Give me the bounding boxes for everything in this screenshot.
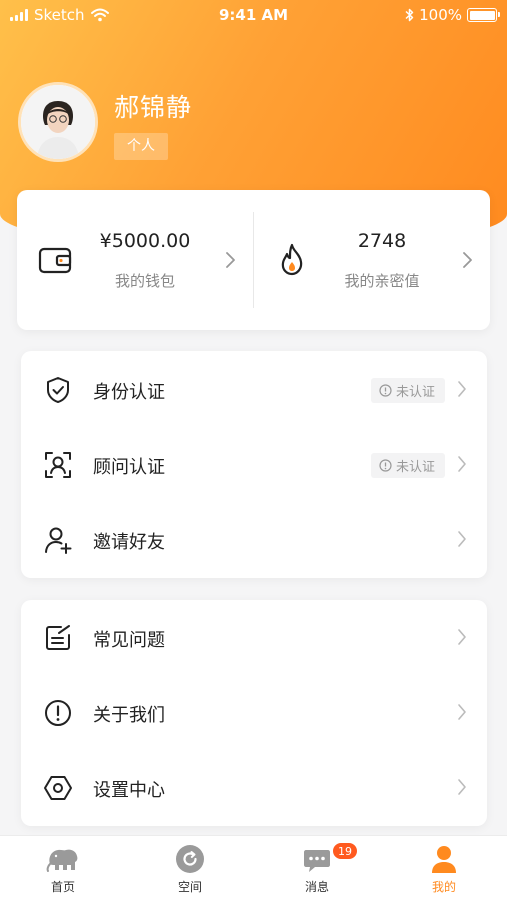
edit-note-icon bbox=[46, 625, 70, 650]
face-scan-icon bbox=[45, 452, 71, 478]
chevron-right-icon bbox=[458, 531, 466, 547]
intimacy-label: 我的亲密值 bbox=[344, 272, 420, 290]
badge-text: 未认证 bbox=[395, 385, 435, 400]
flame-icon bbox=[281, 243, 303, 276]
user-avatar-icon bbox=[21, 85, 95, 159]
person-icon bbox=[432, 846, 456, 873]
unverified-badge: 未认证 bbox=[370, 453, 445, 478]
account-type-tag: 个人 bbox=[114, 133, 168, 160]
wallet-balance-value: ¥5000.00 bbox=[99, 230, 191, 252]
menu-item-label: 身份认证 bbox=[93, 382, 165, 403]
wallet-card: ¥5000.00 我的钱包 2748 我的亲密值 bbox=[17, 190, 490, 330]
tab-label: 我的 bbox=[431, 880, 456, 894]
refresh-circle-icon bbox=[176, 845, 204, 873]
chevron-right-icon bbox=[458, 456, 466, 472]
chevron-right-icon bbox=[458, 704, 466, 720]
user-name: 郝锦静 bbox=[114, 93, 193, 122]
status-right: 100% bbox=[405, 6, 500, 24]
unread-count-badge: 19 bbox=[332, 842, 358, 860]
tab-label: 消息 bbox=[304, 880, 329, 894]
wallet-balance-section[interactable]: ¥5000.00 我的钱包 bbox=[17, 190, 253, 330]
menu-item-label: 设置中心 bbox=[93, 780, 165, 801]
elephant-icon bbox=[46, 849, 78, 872]
chevron-right-icon bbox=[463, 252, 472, 268]
hexagon-settings-icon bbox=[44, 776, 72, 800]
tab-profile[interactable]: 我的 bbox=[381, 836, 507, 900]
menu-item-label: 关于我们 bbox=[93, 705, 165, 726]
menu-item-invite-friends[interactable]: 邀请好友 bbox=[21, 502, 487, 577]
battery-percent: 100% bbox=[419, 6, 462, 24]
bottom-tab-bar: 首页 空间 19 消息 我的 bbox=[0, 835, 507, 900]
chevron-right-icon bbox=[226, 252, 235, 268]
shield-icon bbox=[47, 377, 69, 403]
tab-space[interactable]: 空间 bbox=[127, 836, 253, 900]
bluetooth-icon bbox=[405, 8, 414, 22]
intimacy-value: 2748 bbox=[357, 230, 407, 252]
verification-menu-card: 身份认证 未认证 顾问认证 未认证 邀请好友 bbox=[21, 351, 487, 578]
avatar[interactable] bbox=[18, 82, 98, 162]
add-user-icon bbox=[45, 527, 72, 554]
chevron-right-icon bbox=[458, 629, 466, 645]
wallet-icon bbox=[38, 247, 72, 274]
info-icon bbox=[379, 384, 392, 397]
menu-item-faq[interactable]: 常见问题 bbox=[21, 600, 487, 675]
chevron-right-icon bbox=[458, 779, 466, 795]
status-bar: Sketch 9:41 AM 100% bbox=[0, 0, 507, 32]
info-circle-icon bbox=[45, 700, 71, 726]
menu-item-label: 常见问题 bbox=[93, 630, 165, 651]
menu-item-settings[interactable]: 设置中心 bbox=[21, 750, 487, 825]
menu-item-consultant-verification[interactable]: 顾问认证 未认证 bbox=[21, 427, 487, 502]
help-menu-card: 常见问题 关于我们 设置中心 bbox=[21, 600, 487, 826]
tab-label: 首页 bbox=[50, 880, 75, 894]
menu-item-identity-verification[interactable]: 身份认证 未认证 bbox=[21, 352, 487, 427]
menu-item-label: 邀请好友 bbox=[93, 532, 165, 553]
tab-home[interactable]: 首页 bbox=[0, 836, 126, 900]
menu-item-about-us[interactable]: 关于我们 bbox=[21, 675, 487, 750]
intimacy-section[interactable]: 2748 我的亲密值 bbox=[254, 190, 490, 330]
tab-messages[interactable]: 19 消息 bbox=[254, 836, 380, 900]
info-icon bbox=[379, 459, 392, 472]
battery-icon bbox=[467, 8, 500, 22]
wallet-balance-label: 我的钱包 bbox=[114, 272, 175, 290]
chat-bubble-icon bbox=[304, 850, 330, 872]
unverified-badge: 未认证 bbox=[370, 378, 445, 403]
chevron-right-icon bbox=[458, 381, 466, 397]
menu-item-label: 顾问认证 bbox=[93, 457, 165, 478]
tab-label: 空间 bbox=[177, 880, 202, 894]
badge-text: 未认证 bbox=[395, 460, 435, 475]
